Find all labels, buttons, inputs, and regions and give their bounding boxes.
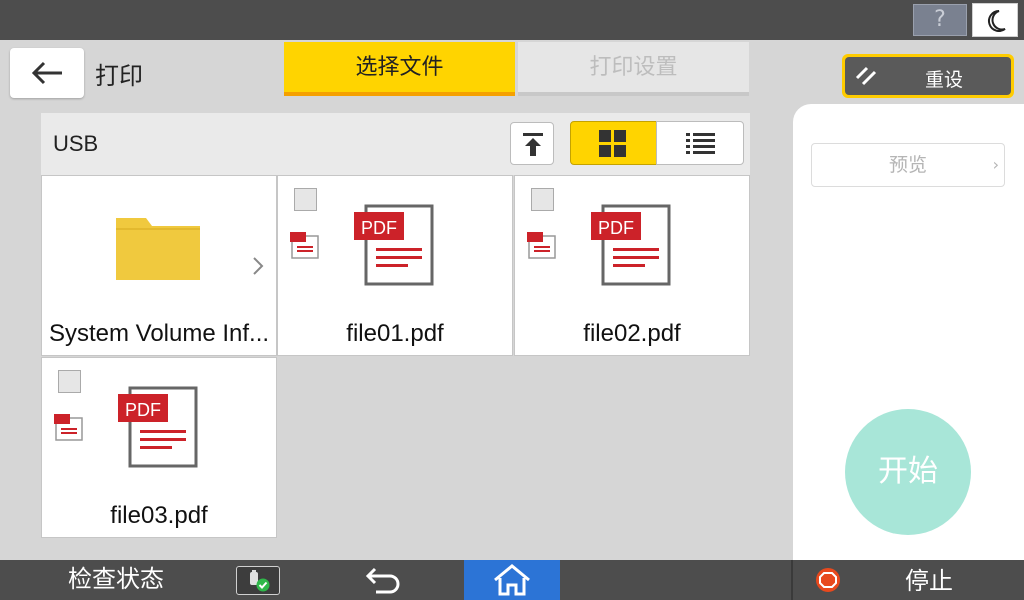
file-tile[interactable]: PDF file03.pdf xyxy=(41,357,277,538)
file-name: file03.pdf xyxy=(110,502,208,529)
file-name: file02.pdf xyxy=(583,320,681,347)
page-title: 打印 xyxy=(95,62,143,90)
folder-icon xyxy=(116,218,200,280)
file-checkbox[interactable] xyxy=(294,188,317,211)
file-name: System Volume Inf... xyxy=(48,320,270,347)
help-button[interactable]: ? xyxy=(913,4,967,36)
upload-top-icon xyxy=(523,133,543,156)
file-tile[interactable]: PDF file02.pdf xyxy=(514,175,750,356)
svg-text:PDF: PDF xyxy=(598,218,634,238)
chevron-right-icon: › xyxy=(992,155,999,174)
pdf-small-icon xyxy=(527,232,556,259)
list-view-button[interactable] xyxy=(656,121,744,165)
reset-button[interactable]: 重设 xyxy=(842,54,1014,98)
home-icon xyxy=(494,564,530,596)
energy-saver-button[interactable] xyxy=(972,3,1018,37)
check-status-button[interactable]: 检查状态 xyxy=(0,560,232,600)
svg-text:PDF: PDF xyxy=(125,400,161,420)
chevron-right-icon xyxy=(253,257,264,275)
stop-label: 停止 xyxy=(905,567,953,595)
usb-status-indicator xyxy=(236,566,280,595)
undo-button[interactable] xyxy=(358,563,410,597)
moon-icon xyxy=(988,10,1006,32)
stop-button[interactable]: 停止 xyxy=(793,560,1024,600)
file-tile[interactable]: PDF file01.pdf xyxy=(277,175,513,356)
start-button[interactable]: 开始 xyxy=(845,409,971,535)
system-top-bar: ? xyxy=(0,0,1024,40)
reset-label: 重设 xyxy=(925,69,964,91)
back-arrow-icon xyxy=(31,61,62,85)
file-browser-header: USB xyxy=(41,113,750,175)
usb-status-icon xyxy=(250,570,270,592)
file-checkbox[interactable] xyxy=(58,370,81,393)
back-button[interactable] xyxy=(10,48,84,98)
preview-label: 预览 xyxy=(888,154,927,176)
pdf-file-icon: PDF xyxy=(354,204,434,286)
svg-text:PDF: PDF xyxy=(361,218,397,238)
file-name: file01.pdf xyxy=(346,320,444,347)
preview-button[interactable]: 预览 › xyxy=(811,143,1005,187)
action-panel: 预览 › 开始 xyxy=(793,104,1024,560)
pdf-file-icon: PDF xyxy=(591,204,671,286)
file-checkbox[interactable] xyxy=(531,188,554,211)
current-location: USB xyxy=(53,131,99,156)
pdf-file-icon: PDF xyxy=(118,386,198,468)
pdf-small-icon xyxy=(54,414,83,441)
grid-view-icon xyxy=(599,130,626,157)
stop-icon xyxy=(816,568,840,592)
help-icon: ? xyxy=(934,7,946,32)
go-to-top-button[interactable] xyxy=(510,122,554,165)
grid-view-button[interactable] xyxy=(570,121,657,165)
tab-select-file[interactable]: 选择文件 xyxy=(284,42,515,96)
reset-icon xyxy=(855,66,877,86)
pdf-small-icon xyxy=(290,232,319,259)
undo-icon xyxy=(365,567,400,594)
list-view-icon xyxy=(686,133,715,154)
home-button[interactable] xyxy=(464,560,560,600)
folder-tile[interactable]: System Volume Inf... xyxy=(41,175,277,356)
tab-print-settings[interactable]: 打印设置 xyxy=(518,42,749,96)
system-bottom-bar: 检查状态 停止 xyxy=(0,560,1024,600)
